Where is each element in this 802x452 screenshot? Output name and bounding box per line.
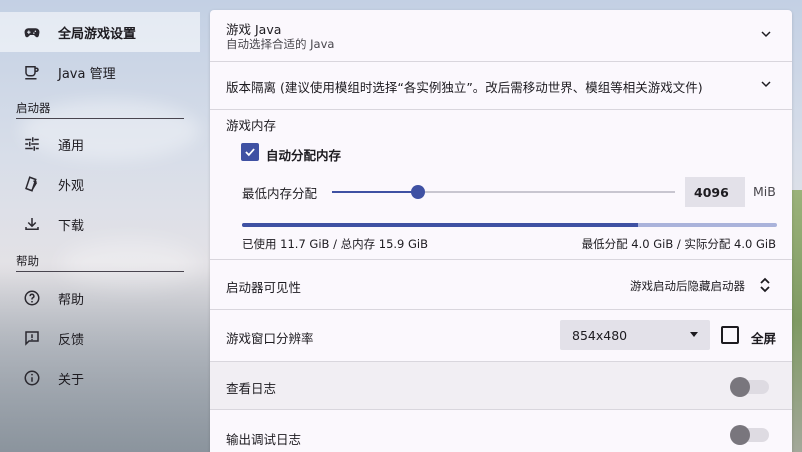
toggle-knob [730, 377, 750, 397]
memory-used-text: 已使用 11.7 GiB / 总内存 15.9 GiB [242, 237, 429, 251]
debug-logs-toggle[interactable] [730, 425, 769, 445]
memory-allocation-text: 最低分配 4.0 GiB / 实际分配 4.0 GiB [581, 237, 776, 251]
resolution-select-value: 854x480 [572, 327, 628, 343]
min-memory-input[interactable]: 4096 [685, 177, 745, 207]
brush-icon [22, 174, 42, 194]
view-logs-toggle[interactable] [730, 377, 769, 397]
version-isolation-title: 版本隔离 (建议使用模组时选择“各实例独立”。改后需移动世界、模组等相关游戏文件… [226, 80, 703, 95]
game-java-subtitle: 自动选择合适的 Java [226, 37, 335, 51]
fullscreen-label: 全屏 [751, 331, 777, 346]
fullscreen-checkbox[interactable] [721, 326, 739, 344]
sidebar-item-label: 下载 [58, 218, 85, 234]
debug-logs-row[interactable]: 输出调试日志 [210, 410, 792, 452]
sidebar-item-about[interactable]: 关于 [0, 358, 200, 398]
section-label-launcher: 启动器 [16, 100, 184, 119]
sidebar-item-general[interactable]: 通用 [0, 124, 200, 164]
feedback-icon [22, 328, 42, 348]
sidebar-item-download[interactable]: 下载 [0, 204, 200, 244]
sidebar-item-feedback[interactable]: 反馈 [0, 318, 200, 358]
toggle-knob [730, 425, 750, 445]
sidebar-item-label: 帮助 [58, 292, 85, 308]
launcher-visibility-value[interactable]: 游戏启动后隐藏启动器 [630, 278, 745, 294]
java-cup-icon [22, 62, 42, 82]
window-resolution-title: 游戏窗口分辨率 [226, 331, 314, 346]
chevron-down-icon[interactable] [758, 76, 774, 92]
unfold-more-icon[interactable] [758, 276, 772, 294]
version-isolation-row[interactable]: 版本隔离 (建议使用模组时选择“各实例独立”。改后需移动世界、模组等相关游戏文件… [210, 62, 792, 110]
game-java-row[interactable]: 游戏 Java 自动选择合适的 Java [210, 10, 792, 62]
launcher-visibility-row[interactable]: 启动器可见性 游戏启动后隐藏启动器 [210, 260, 792, 310]
resolution-select[interactable]: 854x480 [560, 320, 710, 350]
info-icon [22, 368, 42, 388]
auto-memory-label: 自动分配内存 [266, 148, 342, 163]
min-memory-slider-fill [332, 191, 418, 193]
sidebar-item-java-management[interactable]: Java 管理 [0, 52, 200, 92]
memory-unit-label: MiB [753, 184, 776, 199]
sidebar-item-label: Java 管理 [58, 66, 116, 82]
settings-panel: 游戏 Java 自动选择合适的 Java 版本隔离 (建议使用模组时选择“各实例… [210, 10, 792, 452]
sidebar-item-appearance[interactable]: 外观 [0, 164, 200, 204]
sidebar-item-global-game-settings[interactable]: 全局游戏设置 [0, 12, 200, 52]
memory-usage-bar-used [242, 223, 638, 227]
sidebar-item-label: 关于 [58, 372, 85, 388]
sidebar-item-label: 通用 [58, 138, 85, 154]
sidebar-item-help[interactable]: 帮助 [0, 278, 200, 318]
sidebar-item-label: 外观 [58, 178, 85, 194]
debug-logs-title: 输出调试日志 [226, 432, 302, 447]
sidebar-item-label: 全局游戏设置 [58, 26, 137, 42]
view-logs-title: 查看日志 [226, 381, 277, 396]
window-resolution-row: 游戏窗口分辨率 854x480 全屏 [210, 310, 792, 362]
auto-memory-checkbox[interactable] [241, 143, 259, 161]
check-icon [245, 148, 255, 157]
tune-icon [22, 134, 42, 154]
min-memory-slider-thumb[interactable] [410, 185, 425, 199]
help-circle-icon [22, 288, 42, 308]
view-logs-row[interactable]: 查看日志 [210, 362, 792, 410]
chevron-down-icon[interactable] [758, 26, 774, 42]
gamepad-icon [22, 22, 42, 42]
sidebar-item-label: 反馈 [58, 332, 85, 348]
dropdown-arrow-icon [690, 332, 698, 337]
sidebar: 全局游戏设置 Java 管理 启动器 通用 外观 下载 帮助 帮助 反馈 关于 [0, 0, 200, 452]
min-memory-label: 最低内存分配 [242, 186, 318, 201]
game-memory-title: 游戏内存 [226, 118, 277, 133]
download-icon [22, 214, 42, 234]
launcher-visibility-title: 启动器可见性 [226, 280, 302, 295]
section-label-help: 帮助 [16, 253, 184, 272]
game-memory-section: 游戏内存 自动分配内存 最低内存分配 4096 MiB 已使用 11.7 GiB… [210, 110, 792, 260]
